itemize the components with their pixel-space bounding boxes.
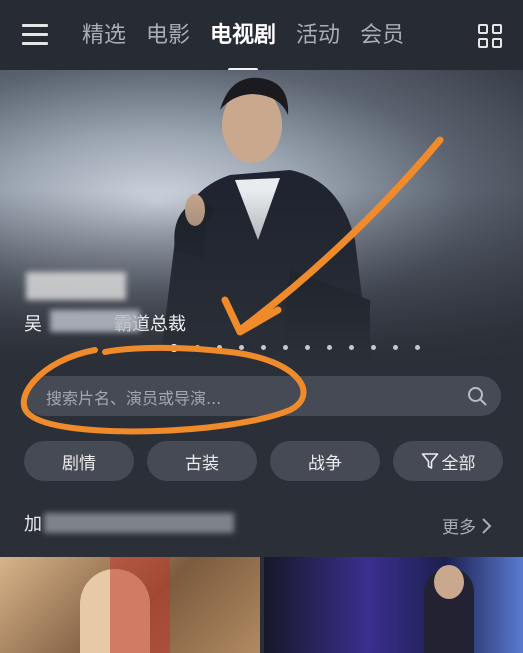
carousel-dot[interactable]	[349, 345, 354, 350]
filter-chip-war[interactable]: 战争	[270, 441, 380, 481]
tab-featured[interactable]: 精选	[72, 18, 136, 58]
redacted-section-title	[44, 513, 234, 533]
thumbnail-figure	[434, 565, 464, 599]
carousel-dot[interactable]	[170, 344, 178, 352]
chip-label: 古装	[185, 453, 219, 474]
chip-label: 全部	[441, 453, 476, 474]
carousel-dot[interactable]	[415, 345, 420, 350]
thumbnail-figure	[110, 557, 170, 653]
filter-chips: 剧情 古装 战争 全部	[24, 441, 503, 481]
chevron-right-icon	[482, 517, 492, 534]
thumbnail-card[interactable]	[0, 557, 260, 653]
carousel-indicator	[170, 344, 420, 352]
chip-label: 战争	[308, 453, 342, 474]
filter-icon	[421, 453, 438, 469]
tab-tv-series[interactable]: 电视剧	[200, 18, 286, 72]
section-title: 加	[24, 514, 42, 535]
carousel-dot[interactable]	[195, 345, 200, 350]
carousel-dot[interactable]	[371, 345, 376, 350]
category-tabs: 精选 电影 电视剧 活动 会员	[72, 18, 414, 72]
tab-membership[interactable]: 会员	[350, 18, 414, 58]
carousel-dot[interactable]	[217, 345, 222, 350]
search-icon[interactable]	[467, 386, 487, 406]
thumbnail-card[interactable]	[264, 557, 523, 653]
search-placeholder: 搜索片名、演员或导演...	[46, 389, 222, 408]
chip-label: 剧情	[62, 453, 96, 474]
menu-icon[interactable]	[22, 24, 48, 46]
carousel-dot[interactable]	[327, 345, 332, 350]
filter-chip-all[interactable]: 全部	[393, 441, 503, 481]
carousel-dot[interactable]	[393, 345, 398, 350]
more-label: 更多	[442, 518, 476, 538]
redacted-subtitle	[50, 310, 140, 332]
grid-icon[interactable]	[478, 24, 504, 50]
search-input[interactable]: 搜索片名、演员或导演...	[24, 376, 501, 416]
tab-movies[interactable]: 电影	[136, 18, 200, 58]
more-link[interactable]: 更多	[442, 513, 492, 538]
carousel-dot[interactable]	[261, 345, 266, 350]
redacted-title	[26, 272, 126, 300]
top-navigation-bar: 精选 电影 电视剧 活动 会员	[0, 0, 523, 72]
tab-events[interactable]: 活动	[286, 18, 350, 58]
carousel-dot[interactable]	[305, 345, 310, 350]
carousel-dot[interactable]	[283, 345, 288, 350]
hero-banner[interactable]: 吴 霸道总裁	[0, 70, 523, 362]
filter-chip-costume[interactable]: 古装	[147, 441, 257, 481]
content-thumbnails	[0, 557, 523, 653]
filter-chip-drama[interactable]: 剧情	[24, 441, 134, 481]
carousel-dot[interactable]	[239, 345, 244, 350]
